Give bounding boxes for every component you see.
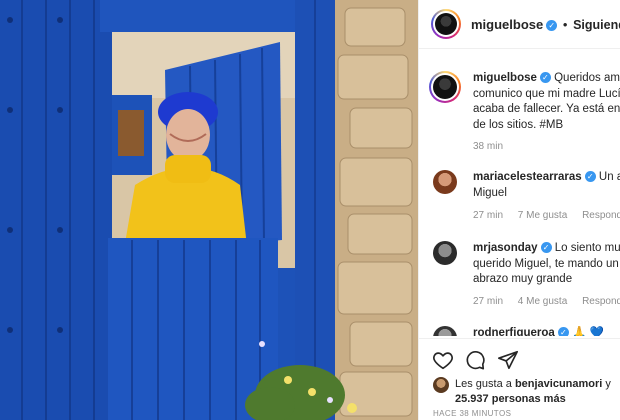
caption-line: comunico que mi madre Lucí bbox=[473, 87, 620, 100]
verified-badge-icon: ✓ bbox=[539, 72, 551, 83]
comment-line: Miguel bbox=[473, 186, 507, 199]
post-photo bbox=[0, 0, 418, 420]
share-icon[interactable] bbox=[497, 349, 519, 371]
comment-line: querido Miguel, te mando un bbox=[473, 257, 619, 270]
likes-user[interactable]: benjavicunamori bbox=[515, 378, 602, 390]
likes-conj: y bbox=[605, 378, 611, 390]
post-sidebar: miguelbose✓ • Siguiendo miguelbose✓ Quer… bbox=[418, 0, 620, 420]
comment-likes[interactable]: 4 Me gusta bbox=[518, 296, 567, 307]
post-image bbox=[0, 0, 418, 420]
header-avatar[interactable] bbox=[431, 9, 461, 39]
caption-username[interactable]: miguelbose bbox=[473, 72, 537, 84]
post-actions: Les gusta a benjavicunamori y 25.937 per… bbox=[419, 338, 620, 420]
heart-icon[interactable] bbox=[432, 349, 454, 371]
verified-badge-icon: ✓ bbox=[557, 327, 569, 336]
caption-time[interactable]: 38 min bbox=[473, 141, 503, 152]
header-username[interactable]: miguelbose bbox=[471, 17, 543, 32]
comment-username[interactable]: rodnerfigueroa bbox=[473, 327, 555, 336]
post-timestamp[interactable]: HACE 38 MINUTOS bbox=[433, 409, 511, 418]
verified-badge-icon: ✓ bbox=[546, 20, 558, 31]
comment-likes[interactable]: 7 Me gusta bbox=[518, 210, 567, 221]
comment-icon[interactable] bbox=[464, 349, 486, 371]
following-button[interactable]: Siguiendo bbox=[573, 18, 620, 32]
verified-badge-icon: ✓ bbox=[540, 242, 552, 253]
comment-username[interactable]: mariacelestearraras bbox=[473, 171, 582, 183]
caption-line: de los sitios. #MB bbox=[473, 118, 564, 131]
comment-line: 🙏 💙 bbox=[572, 327, 604, 336]
comment-line: abrazo muy grande bbox=[473, 273, 573, 285]
commenter-avatar[interactable] bbox=[433, 326, 457, 336]
reply-button[interactable]: Responder bbox=[582, 210, 620, 221]
likes-suffix[interactable]: personas más bbox=[492, 393, 566, 405]
caption-avatar[interactable] bbox=[429, 71, 461, 103]
likes-count[interactable]: 25.937 bbox=[455, 393, 489, 405]
comment-line: Lo siento muc bbox=[554, 242, 620, 254]
comment-time[interactable]: 27 min bbox=[473, 210, 503, 221]
comment-username[interactable]: mrjasonday bbox=[473, 242, 538, 254]
likes-summary[interactable]: Les gusta a benjavicunamori y 25.937 per… bbox=[455, 377, 611, 407]
caption-line: acaba de fallecer. Ya está en e bbox=[473, 103, 620, 115]
comment-line: Un ab bbox=[598, 171, 620, 183]
caption-line: Queridos amig bbox=[554, 72, 620, 84]
comment-time[interactable]: 27 min bbox=[473, 296, 503, 307]
likes-prefix: Les gusta a bbox=[455, 378, 512, 390]
liker-avatar[interactable] bbox=[433, 377, 449, 393]
verified-badge-icon: ✓ bbox=[584, 171, 596, 182]
header-separator: • bbox=[562, 17, 568, 32]
post-header: miguelbose✓ • Siguiendo bbox=[419, 0, 620, 49]
reply-button[interactable]: Responder bbox=[582, 296, 620, 307]
commenter-avatar[interactable] bbox=[433, 170, 457, 194]
comments-list[interactable]: miguelbose✓ Queridos amig comunico que m… bbox=[419, 49, 620, 336]
commenter-avatar[interactable] bbox=[433, 241, 457, 265]
